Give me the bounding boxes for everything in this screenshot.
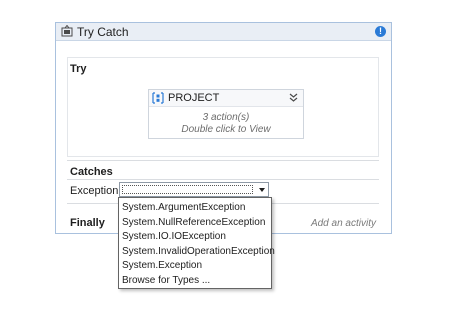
project-title: PROJECT bbox=[168, 92, 220, 104]
try-label: Try bbox=[70, 63, 87, 75]
divider bbox=[67, 160, 379, 161]
activity-header[interactable]: Try Catch ! bbox=[56, 23, 391, 41]
add-activity-hint[interactable]: Add an activity bbox=[311, 218, 376, 229]
activity-title: Try Catch bbox=[77, 25, 129, 39]
exception-label: Exception bbox=[70, 185, 119, 197]
combo-focus-rect[interactable] bbox=[122, 185, 253, 194]
dropdown-option[interactable]: System.InvalidOperationException bbox=[119, 245, 275, 260]
double-chevron-down-icon[interactable] bbox=[288, 92, 299, 103]
dropdown-option[interactable]: System.Exception bbox=[119, 259, 271, 274]
dropdown-option[interactable]: System.NullReferenceException bbox=[119, 216, 271, 231]
divider bbox=[67, 179, 379, 180]
browse-for-types-option[interactable]: Browse for Types ... bbox=[119, 274, 271, 289]
try-catch-icon bbox=[61, 25, 73, 37]
project-sequence[interactable]: PROJECT 3 action(s) Double click to View bbox=[148, 89, 304, 139]
exception-dropdown-list[interactable]: System.ArgumentException System.NullRefe… bbox=[118, 197, 275, 289]
project-header[interactable]: PROJECT bbox=[149, 90, 303, 107]
finally-label: Finally bbox=[70, 217, 105, 229]
chevron-down-icon[interactable] bbox=[259, 188, 265, 192]
info-icon[interactable]: ! bbox=[375, 26, 386, 37]
catches-label: Catches bbox=[70, 166, 113, 178]
sequence-icon bbox=[152, 92, 164, 104]
exception-type-combobox[interactable] bbox=[119, 182, 269, 197]
double-click-hint: Double click to View bbox=[181, 124, 271, 135]
dropdown-option[interactable]: System.ArgumentException bbox=[119, 201, 271, 216]
dropdown-option[interactable]: System.IO.IOException bbox=[119, 230, 271, 245]
actions-count: 3 action(s) bbox=[202, 112, 250, 123]
